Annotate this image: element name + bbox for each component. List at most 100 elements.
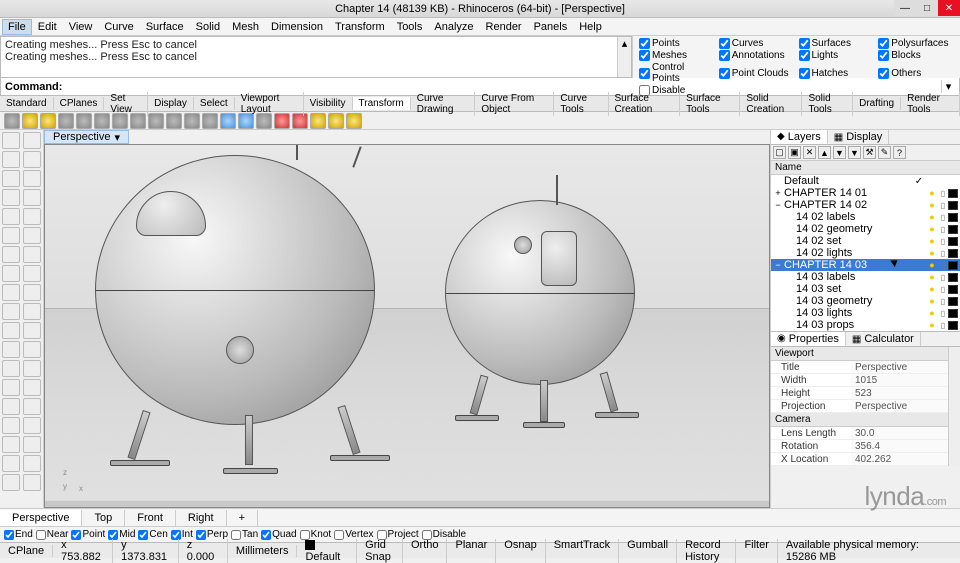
tool-icon-20[interactable] xyxy=(2,322,20,339)
viewport-tab-top[interactable]: Top xyxy=(82,510,125,526)
tool-icon-21[interactable] xyxy=(23,322,41,339)
layer-row[interactable]: 14 03 props●▯ xyxy=(771,319,960,331)
property-value[interactable]: 402.262 xyxy=(851,453,960,465)
viewport-label[interactable]: Perspective▾ xyxy=(44,130,129,144)
lock-icon[interactable]: ▯ xyxy=(938,272,948,282)
property-value[interactable]: 1015 xyxy=(851,374,960,386)
tool-icon-31[interactable] xyxy=(23,417,41,434)
layer-color-swatch[interactable] xyxy=(948,273,958,282)
menu-view[interactable]: View xyxy=(63,19,99,35)
toolbar-tab-cplanes[interactable]: CPlanes xyxy=(54,97,105,110)
tool-icon-30[interactable] xyxy=(2,417,20,434)
status-toggle-smarttrack[interactable]: SmartTrack xyxy=(546,539,619,563)
tool-icon-4[interactable] xyxy=(2,170,20,187)
layer-row[interactable]: 14 03 labels●▯ xyxy=(771,271,960,283)
menu-dimension[interactable]: Dimension xyxy=(265,19,329,35)
layer-color-swatch[interactable] xyxy=(948,201,958,210)
layer-color-swatch[interactable] xyxy=(948,297,958,306)
layer-row[interactable]: 14 02 lights●▯ xyxy=(771,247,960,259)
toolbar-tab-curve-tools[interactable]: Curve Tools xyxy=(554,92,608,116)
lock-icon[interactable]: ▯ xyxy=(938,248,948,258)
expand-icon[interactable]: − xyxy=(773,260,783,270)
tool-icon-3[interactable] xyxy=(23,151,41,168)
layer-color-swatch[interactable] xyxy=(948,237,958,246)
maximize-button[interactable]: □ xyxy=(916,0,938,16)
status-toggle-record-history[interactable]: Record History xyxy=(677,539,736,563)
filter-surfaces[interactable]: Surfaces xyxy=(799,38,875,49)
visibility-icon[interactable]: ● xyxy=(927,260,937,270)
properties-scrollbar[interactable] xyxy=(948,347,960,466)
viewport-tab-right[interactable]: Right xyxy=(176,510,227,526)
toolbar-tab-curve-drawing[interactable]: Curve Drawing xyxy=(411,92,476,116)
tool-icon-24[interactable] xyxy=(2,360,20,377)
toolbar-tab-surface-tools[interactable]: Surface Tools xyxy=(680,92,740,116)
tool-icon-2[interactable] xyxy=(2,151,20,168)
layer-row[interactable]: +CHAPTER 14 01●▯ xyxy=(771,187,960,199)
expand-icon[interactable]: + xyxy=(773,188,783,198)
toolbar-icon-8[interactable] xyxy=(148,113,164,129)
tool-icon-18[interactable] xyxy=(2,303,20,320)
toolbar-icon-2[interactable] xyxy=(40,113,56,129)
settings-icon[interactable]: ✎ xyxy=(878,146,891,159)
filter-point-clouds[interactable]: Point Clouds xyxy=(719,62,795,84)
tool-icon-33[interactable] xyxy=(23,436,41,453)
filter-polysurfaces[interactable]: Polysurfaces xyxy=(878,38,954,49)
layer-color-swatch[interactable] xyxy=(948,249,958,258)
new-sublayer-icon[interactable]: ▣ xyxy=(788,146,801,159)
tab-display[interactable]: ▦ Display xyxy=(828,130,890,144)
lock-icon[interactable]: ▯ xyxy=(938,284,948,294)
filter-points[interactable]: Points xyxy=(639,38,715,49)
tool-icon-26[interactable] xyxy=(2,379,20,396)
tool-icon-16[interactable] xyxy=(2,284,20,301)
lock-icon[interactable]: ▯ xyxy=(938,236,948,246)
visibility-icon[interactable]: ● xyxy=(927,236,937,246)
tool-icon-6[interactable] xyxy=(2,189,20,206)
tool-icon-15[interactable] xyxy=(23,265,41,282)
move-up-icon[interactable]: ▲ xyxy=(818,146,831,159)
lock-icon[interactable]: ▯ xyxy=(938,188,948,198)
toolbar-tab-render-tools[interactable]: Render Tools xyxy=(901,92,960,116)
menu-analyze[interactable]: Analyze xyxy=(428,19,479,35)
filter-icon[interactable]: ▼ xyxy=(848,146,861,159)
filter-curves[interactable]: Curves xyxy=(719,38,795,49)
lock-icon[interactable]: ▯ xyxy=(938,308,948,318)
toolbar-tab-set-view[interactable]: Set View xyxy=(104,92,148,116)
tool-icon-37[interactable] xyxy=(23,474,41,491)
viewport-perspective[interactable]: y xyxy=(44,144,770,508)
tool-icon-29[interactable] xyxy=(23,398,41,415)
property-value[interactable]: 30.0 xyxy=(851,427,960,439)
tool-icon-7[interactable] xyxy=(23,189,41,206)
layer-row[interactable]: 14 02 labels●▯ xyxy=(771,211,960,223)
delete-layer-icon[interactable]: ✕ xyxy=(803,146,816,159)
osnap-quad[interactable]: Quad xyxy=(261,529,296,540)
layer-color-swatch[interactable] xyxy=(948,213,958,222)
property-value[interactable]: Perspective xyxy=(851,400,960,412)
tool-icon-12[interactable] xyxy=(2,246,20,263)
toolbar-tab-solid-tools[interactable]: Solid Tools xyxy=(802,92,853,116)
layer-row[interactable]: −CHAPTER 14 02●▯ xyxy=(771,199,960,211)
layer-color-swatch[interactable] xyxy=(948,261,958,270)
layer-row[interactable]: Default✓ xyxy=(771,175,960,187)
visibility-icon[interactable]: ● xyxy=(927,188,937,198)
layer-column-header[interactable]: Name xyxy=(771,161,960,175)
tab-properties[interactable]: ◉ Properties xyxy=(771,332,846,346)
filter-meshes[interactable]: Meshes xyxy=(639,50,715,61)
visibility-icon[interactable]: ● xyxy=(927,224,937,234)
status-toggle-gumball[interactable]: Gumball xyxy=(619,539,677,563)
history-scrollbar[interactable]: ▴ xyxy=(617,37,631,77)
toolbar-icon-0[interactable] xyxy=(4,113,20,129)
toolbar-tab-drafting[interactable]: Drafting xyxy=(853,97,901,110)
toolbar-tab-standard[interactable]: Standard xyxy=(0,97,54,110)
lock-icon[interactable]: ▯ xyxy=(938,296,948,306)
toolbar-tab-display[interactable]: Display xyxy=(148,97,194,110)
viewport-tab-perspective[interactable]: Perspective xyxy=(0,510,82,526)
status-layer[interactable]: Default xyxy=(297,539,357,563)
toolbar-tab-solid-creation[interactable]: Solid Creation xyxy=(740,92,802,116)
viewport-tab-front[interactable]: Front xyxy=(125,510,176,526)
status-toggle-osnap[interactable]: Osnap xyxy=(496,539,545,563)
menu-surface[interactable]: Surface xyxy=(140,19,190,35)
lock-icon[interactable]: ▯ xyxy=(938,224,948,234)
toolbar-icon-3[interactable] xyxy=(58,113,74,129)
layer-row[interactable]: 14 02 geometry●▯ xyxy=(771,223,960,235)
tool-icon-0[interactable] xyxy=(2,132,20,149)
